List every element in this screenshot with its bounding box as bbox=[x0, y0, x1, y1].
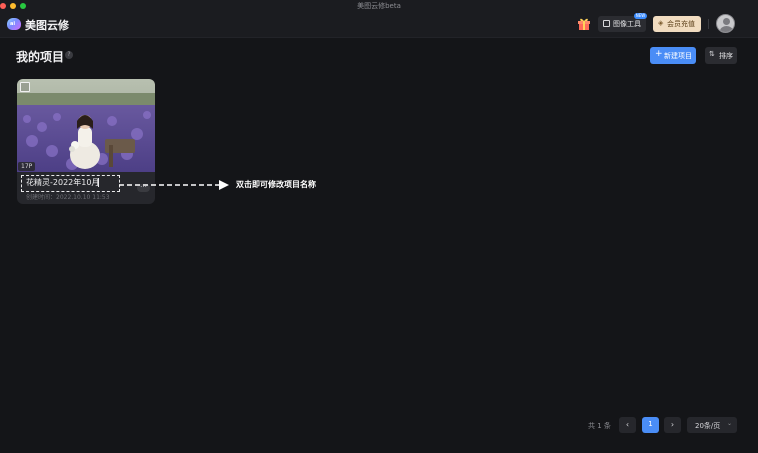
window-titlebar: 美图云修beta bbox=[0, 0, 758, 12]
gift-icon[interactable] bbox=[577, 16, 591, 30]
app-name: 美图云修 bbox=[25, 19, 69, 32]
pagination-total: 共 1 条 bbox=[588, 422, 611, 430]
sort-button[interactable]: ⇅ 排序 bbox=[705, 47, 737, 64]
diamond-icon: ◈ bbox=[658, 19, 664, 27]
plus-icon: + bbox=[655, 49, 663, 59]
new-project-button[interactable]: + 新建项目 bbox=[650, 47, 696, 64]
page-1-button[interactable]: 1 bbox=[642, 417, 659, 433]
logo-text: ai bbox=[10, 21, 16, 27]
text-caret bbox=[98, 178, 99, 187]
rename-hint-text: 双击即可修改项目名称 bbox=[236, 180, 316, 189]
window-title: 美图云修beta bbox=[357, 2, 401, 10]
prev-page-button[interactable]: ‹ bbox=[619, 417, 636, 433]
create-time: 创建时间：2022.10.10 11:53 bbox=[26, 194, 110, 201]
app-header: ai 美图云修 图像工具 NEW ◈ 会员充值 bbox=[0, 12, 758, 38]
sort-icon: ⇅ bbox=[709, 50, 715, 58]
photo-count-badge: 17P bbox=[18, 162, 36, 171]
thumbnail-photo bbox=[17, 79, 155, 172]
hint-arrow-icon bbox=[119, 180, 229, 190]
avatar-body bbox=[720, 26, 733, 32]
new-project-label: 新建项目 bbox=[664, 52, 692, 60]
header-divider bbox=[708, 19, 709, 29]
vip-recharge-button[interactable]: ◈ 会员充值 bbox=[653, 16, 701, 32]
project-thumbnail[interactable]: 17P bbox=[17, 79, 155, 172]
image-tool-icon bbox=[603, 20, 610, 27]
image-tools-label: 图像工具 bbox=[613, 20, 641, 28]
select-checkbox[interactable] bbox=[20, 82, 30, 92]
avatar-head bbox=[723, 18, 730, 25]
sort-label: 排序 bbox=[719, 52, 733, 60]
page-title: 我的项目 bbox=[16, 50, 65, 64]
app-logo-icon: ai bbox=[7, 18, 21, 30]
page-size-select[interactable]: 20条/页 ⌄ bbox=[687, 417, 737, 433]
project-name[interactable]: 花精灵-2022年10月 bbox=[26, 177, 99, 188]
page-size-label: 20条/页 bbox=[695, 422, 721, 430]
user-avatar[interactable] bbox=[716, 14, 735, 33]
next-page-button[interactable]: › bbox=[664, 417, 681, 433]
vip-label: 会员充值 bbox=[667, 20, 695, 28]
chevron-down-icon: ⌄ bbox=[727, 420, 733, 427]
new-badge: NEW bbox=[634, 13, 647, 19]
help-icon[interactable]: ? bbox=[65, 51, 73, 59]
